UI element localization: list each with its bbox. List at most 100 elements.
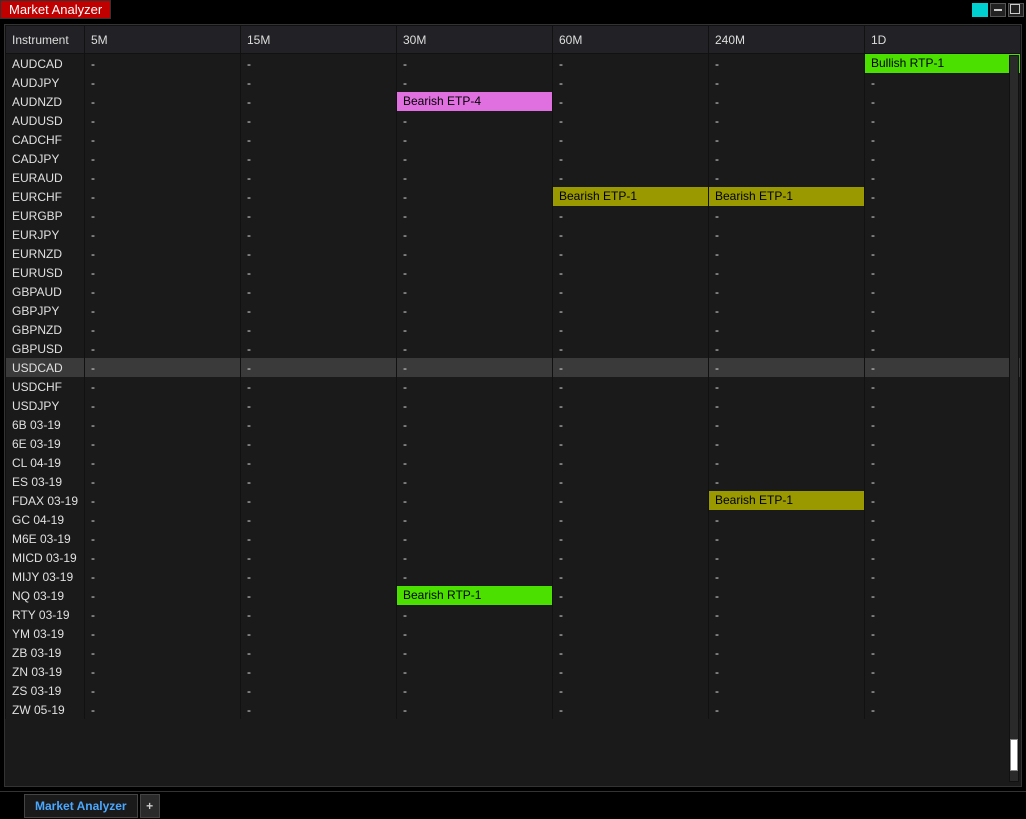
table-row[interactable]: FDAX 03-19----Bearish ETP-1- [6,491,1021,510]
signal-cell[interactable]: - [241,187,397,206]
signal-cell[interactable]: - [85,472,241,491]
signal-cell[interactable]: - [241,548,397,567]
instrument-cell[interactable]: USDCAD [6,358,85,377]
signal-cell[interactable]: - [553,510,709,529]
instrument-cell[interactable]: M6E 03-19 [6,529,85,548]
signal-cell[interactable]: - [397,605,553,624]
signal-cell[interactable]: - [865,111,1021,130]
table-row[interactable]: YM 03-19------ [6,624,1021,643]
table-row[interactable]: ZW 05-19------ [6,700,1021,719]
signal-cell[interactable]: - [553,529,709,548]
signal-cell[interactable]: - [709,624,865,643]
signal-cell[interactable]: - [865,396,1021,415]
instrument-cell[interactable]: 6B 03-19 [6,415,85,434]
signal-cell[interactable]: - [241,415,397,434]
signal-cell[interactable]: - [865,187,1021,206]
table-row[interactable]: M6E 03-19------ [6,529,1021,548]
table-row[interactable]: NQ 03-19--Bearish RTP-1--- [6,586,1021,605]
signal-cell[interactable]: - [85,643,241,662]
table-row[interactable]: USDJPY------ [6,396,1021,415]
window-color-button[interactable] [972,3,988,17]
table-row[interactable]: GBPAUD------ [6,282,1021,301]
restore-button[interactable] [1008,3,1024,17]
signal-cell[interactable]: - [397,168,553,187]
signal-cell[interactable]: - [709,510,865,529]
signal-cell[interactable]: - [865,168,1021,187]
signal-cell[interactable]: - [397,301,553,320]
signal-cell[interactable]: - [709,263,865,282]
signal-cell[interactable]: - [865,510,1021,529]
signal-cell[interactable]: - [241,149,397,168]
signal-cell[interactable]: - [865,358,1021,377]
table-row[interactable]: GBPJPY------ [6,301,1021,320]
signal-cell[interactable]: - [553,681,709,700]
signal-cell[interactable]: - [241,282,397,301]
signal-cell[interactable]: - [553,320,709,339]
signal-cell[interactable]: - [85,491,241,510]
table-row[interactable]: CADCHF------ [6,130,1021,149]
signal-cell[interactable]: - [397,73,553,92]
signal-cell[interactable]: - [85,358,241,377]
signal-cell[interactable]: - [865,662,1021,681]
column-header-60m[interactable]: 60M [553,26,709,54]
signal-cell[interactable]: - [865,700,1021,719]
signal-cell[interactable]: - [241,54,397,74]
table-row[interactable]: MIJY 03-19------ [6,567,1021,586]
signal-cell[interactable]: - [241,681,397,700]
signal-cell[interactable]: - [709,434,865,453]
column-header-1d[interactable]: 1D [865,26,1021,54]
signal-cell[interactable]: - [397,244,553,263]
table-row[interactable]: EURCHF---Bearish ETP-1Bearish ETP-1- [6,187,1021,206]
signal-cell[interactable]: - [241,339,397,358]
instrument-cell[interactable]: MIJY 03-19 [6,567,85,586]
instrument-cell[interactable]: EURGBP [6,206,85,225]
signal-cell[interactable]: - [709,320,865,339]
signal-cell[interactable]: - [709,225,865,244]
signal-cell[interactable]: - [553,301,709,320]
signal-cell[interactable]: - [241,624,397,643]
signal-cell[interactable]: - [553,92,709,111]
vertical-scrollbar[interactable] [1009,55,1019,782]
signal-cell[interactable]: - [553,624,709,643]
instrument-cell[interactable]: ZB 03-19 [6,643,85,662]
signal-cell[interactable]: - [397,206,553,225]
signal-cell[interactable]: - [241,510,397,529]
signal-cell[interactable]: - [553,491,709,510]
table-row[interactable]: ES 03-19------ [6,472,1021,491]
signal-cell[interactable]: - [553,415,709,434]
table-row[interactable]: AUDUSD------ [6,111,1021,130]
signal-cell[interactable]: - [865,434,1021,453]
analyzer-grid[interactable]: Instrument5M15M30M60M240M1D AUDCAD-----B… [5,25,1021,719]
signal-cell[interactable]: - [85,92,241,111]
signal-cell[interactable]: - [241,244,397,263]
signal-cell[interactable]: - [553,434,709,453]
signal-cell[interactable]: - [553,111,709,130]
column-header-5m[interactable]: 5M [85,26,241,54]
signal-cell[interactable]: - [865,320,1021,339]
signal-cell[interactable]: - [85,548,241,567]
instrument-cell[interactable]: USDCHF [6,377,85,396]
signal-cell[interactable]: - [397,434,553,453]
signal-cell[interactable]: - [553,586,709,605]
table-row[interactable]: USDCHF------ [6,377,1021,396]
signal-cell[interactable]: - [85,111,241,130]
signal-cell[interactable]: - [241,662,397,681]
signal-cell[interactable]: - [553,377,709,396]
signal-cell[interactable]: - [397,662,553,681]
instrument-cell[interactable]: AUDJPY [6,73,85,92]
signal-cell[interactable]: - [85,244,241,263]
signal-cell[interactable]: - [85,225,241,244]
table-row[interactable]: USDCAD------ [6,358,1021,377]
signal-cell[interactable]: - [865,206,1021,225]
signal-cell[interactable]: - [709,662,865,681]
column-header-15m[interactable]: 15M [241,26,397,54]
signal-cell[interactable]: - [85,415,241,434]
signal-cell[interactable]: - [397,700,553,719]
signal-cell[interactable]: - [709,244,865,263]
signal-cell[interactable]: - [241,396,397,415]
table-row[interactable]: GBPNZD------ [6,320,1021,339]
signal-cell[interactable]: - [709,586,865,605]
signal-cell[interactable]: - [241,92,397,111]
signal-cell[interactable]: - [709,548,865,567]
signal-cell[interactable]: - [553,453,709,472]
